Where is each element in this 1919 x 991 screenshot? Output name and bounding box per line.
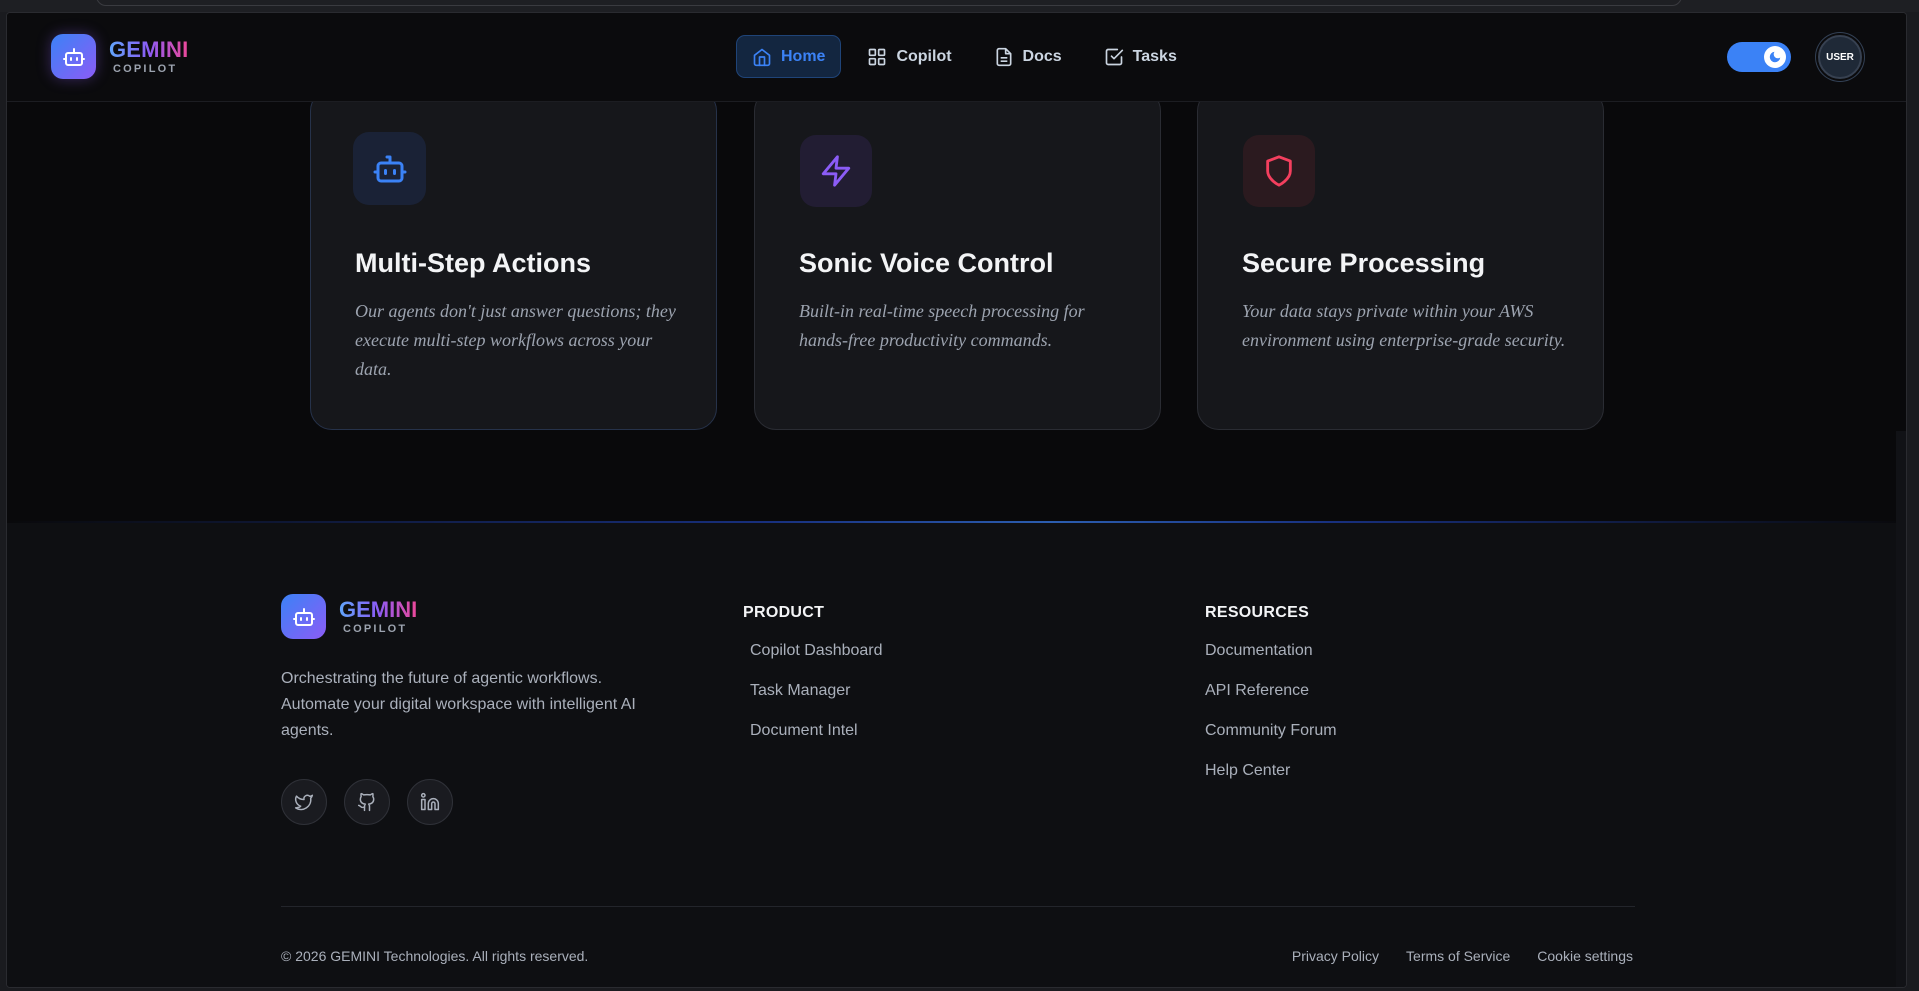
footer: GEMINI COPILOT Orchestrating the future … xyxy=(7,523,1906,987)
brand-name: GEMINI xyxy=(109,36,189,62)
brand[interactable]: GEMINI COPILOT xyxy=(51,34,188,79)
app-window: GEMINI COPILOT Home Copilot Docs Tasks U… xyxy=(6,12,1907,988)
lightning-icon xyxy=(800,135,872,207)
github-icon[interactable] xyxy=(344,779,390,825)
page-scrollbar[interactable] xyxy=(1896,431,1906,987)
footer-product-column: PRODUCT Copilot Dashboard Task Manager D… xyxy=(743,604,883,760)
nav-copilot[interactable]: Copilot xyxy=(851,35,967,78)
terms-of-service-link[interactable]: Terms of Service xyxy=(1406,948,1510,964)
feature-card-voice: Sonic Voice Control Built-in real-time s… xyxy=(754,89,1161,430)
user-avatar[interactable]: USER xyxy=(1818,35,1862,79)
feature-card-multi-step: Multi-Step Actions Our agents don't just… xyxy=(310,89,717,430)
nav-docs[interactable]: Docs xyxy=(978,35,1078,78)
nav-tasks-label: Tasks xyxy=(1132,47,1177,65)
feature-title: Multi-Step Actions xyxy=(355,248,591,278)
brand-subtitle: COPILOT xyxy=(113,62,178,75)
nav-home[interactable]: Home xyxy=(736,35,842,78)
checkbox-icon xyxy=(1105,48,1123,65)
footer-tagline: Orchestrating the future of agentic work… xyxy=(281,670,636,739)
browser-address-bar[interactable] xyxy=(96,0,1682,6)
home-icon xyxy=(753,48,771,66)
footer-link-documentation[interactable]: Documentation xyxy=(1205,640,1337,680)
feature-description: Your data stays private within your AWS … xyxy=(1242,301,1566,350)
feature-title: Secure Processing xyxy=(1242,248,1486,278)
footer-link-api-reference[interactable]: API Reference xyxy=(1205,680,1337,720)
main-nav: Home Copilot Docs Tasks xyxy=(736,35,1193,78)
robot-icon xyxy=(353,132,426,205)
grid-icon xyxy=(869,48,886,65)
nav-home-label: Home xyxy=(781,47,826,65)
footer-product-heading: PRODUCT xyxy=(743,604,825,621)
footer-brand-name: GEMINI xyxy=(339,596,418,622)
cookie-settings-link[interactable]: Cookie settings xyxy=(1537,948,1633,964)
copyright: © 2026 GEMINI Technologies. All rights r… xyxy=(281,948,589,964)
nav-tasks[interactable]: Tasks xyxy=(1088,35,1193,78)
footer-link-task-manager[interactable]: Task Manager xyxy=(743,680,883,720)
footer-divider xyxy=(281,906,1635,907)
nav-docs-label: Docs xyxy=(1022,47,1062,65)
shield-icon xyxy=(1243,135,1315,207)
social-links xyxy=(281,779,453,825)
top-navbar: GEMINI COPILOT Home Copilot Docs Tasks U… xyxy=(7,13,1906,102)
footer-link-help-center[interactable]: Help Center xyxy=(1205,760,1337,800)
footer-resources-column: RESOURCES Documentation API Reference Co… xyxy=(1205,604,1337,800)
footer-link-community-forum[interactable]: Community Forum xyxy=(1205,720,1337,760)
browser-top-strip xyxy=(0,0,1919,12)
privacy-policy-link[interactable]: Privacy Policy xyxy=(1292,948,1379,964)
feature-title: Sonic Voice Control xyxy=(799,248,1054,278)
footer-brand[interactable]: GEMINI COPILOT xyxy=(281,594,417,639)
footer-brand-subtitle: COPILOT xyxy=(343,622,408,635)
feature-description: Built-in real-time speech processing for… xyxy=(799,301,1085,350)
legal-links: Privacy Policy Terms of Service Cookie s… xyxy=(1292,948,1633,964)
footer-link-document-intel[interactable]: Document Intel xyxy=(743,720,883,760)
feature-description: Our agents don't just answer questions; … xyxy=(355,301,676,379)
robot-logo-icon xyxy=(281,594,326,639)
theme-toggle[interactable] xyxy=(1727,42,1791,72)
nav-copilot-label: Copilot xyxy=(896,47,952,65)
twitter-icon[interactable] xyxy=(281,779,327,825)
footer-link-copilot-dashboard[interactable]: Copilot Dashboard xyxy=(743,640,883,680)
linkedin-icon[interactable] xyxy=(407,779,453,825)
feature-card-secure: Secure Processing Your data stays privat… xyxy=(1197,89,1604,430)
footer-resources-heading: RESOURCES xyxy=(1205,604,1310,621)
moon-icon xyxy=(1764,46,1786,68)
document-icon xyxy=(996,47,1012,66)
robot-logo-icon xyxy=(51,34,96,79)
